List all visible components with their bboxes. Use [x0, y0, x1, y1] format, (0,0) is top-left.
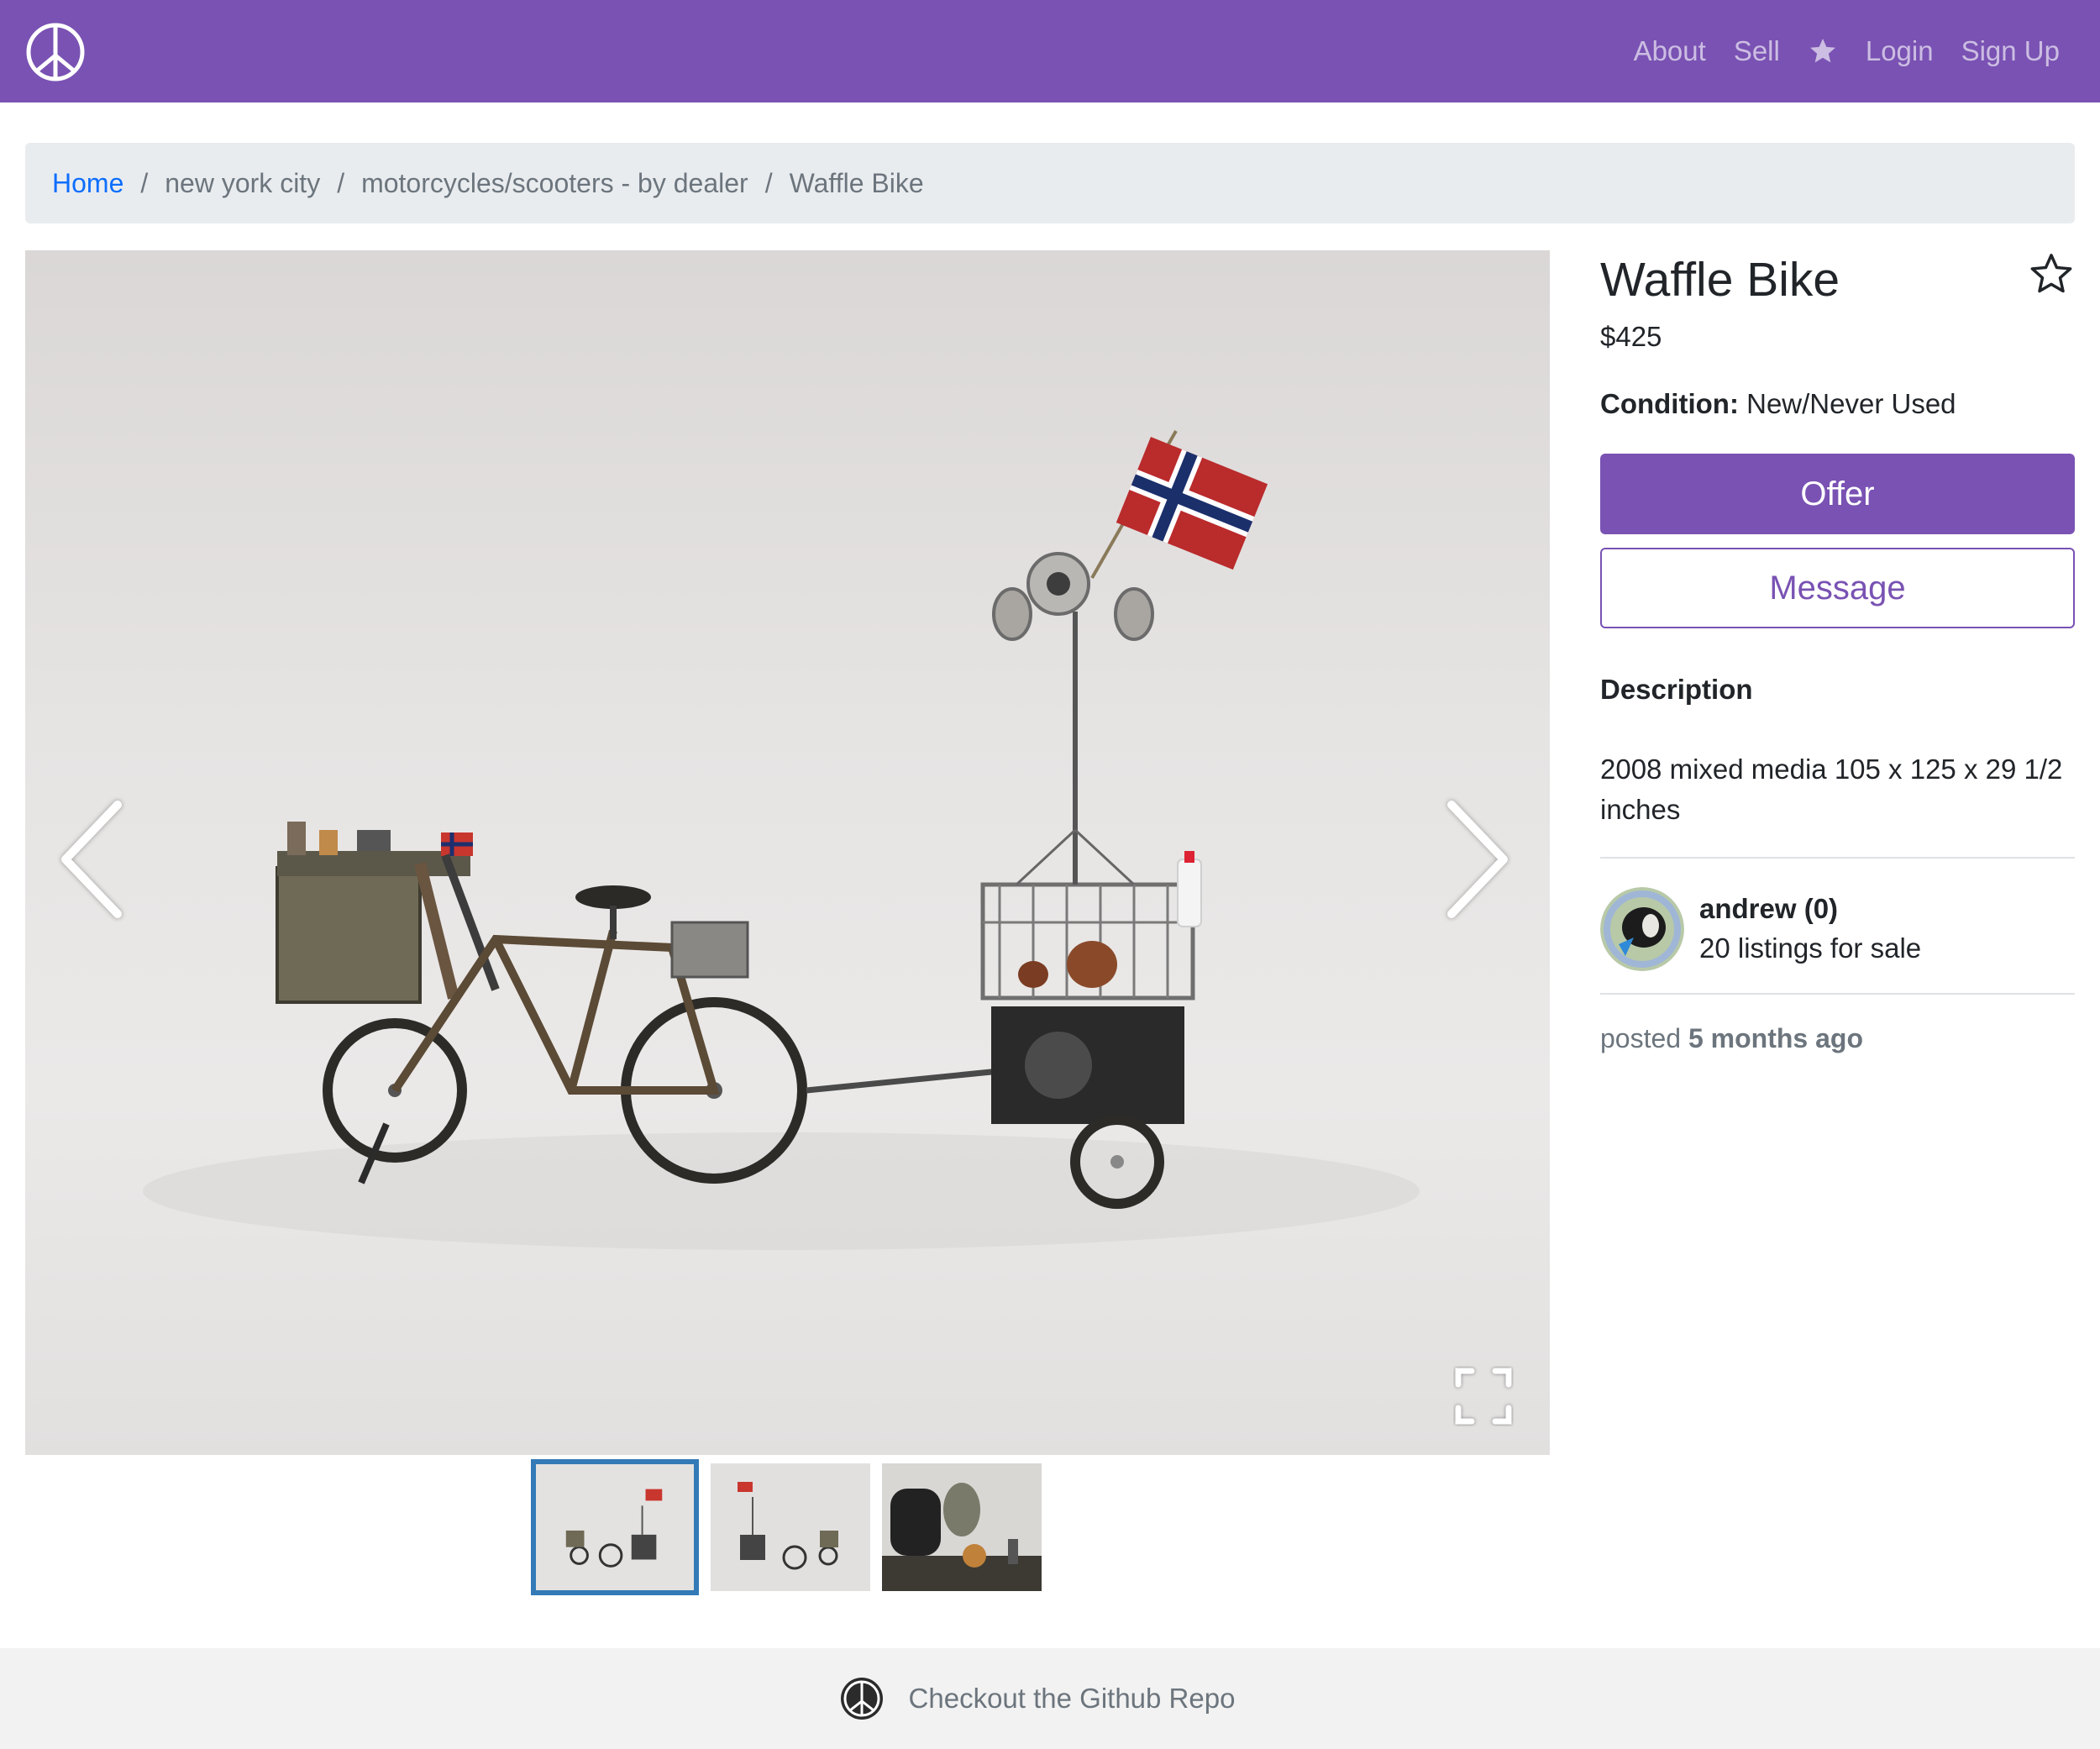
breadcrumb-category[interactable]: motorcycles/scooters - by dealer — [361, 168, 748, 199]
description-heading: Description — [1600, 674, 1753, 705]
breadcrumb: Home / new york city / motorcycles/scoot… — [25, 143, 2075, 223]
listing-condition: Condition: New/Never Used — [1600, 388, 1956, 420]
message-button[interactable]: Message — [1600, 548, 2075, 628]
fullscreen-icon[interactable] — [1453, 1366, 1514, 1426]
listing-price: $425 — [1600, 321, 1662, 352]
thumbnail-image — [536, 1464, 694, 1590]
navbar: About Sell Login Sign Up — [0, 0, 2100, 102]
star-icon[interactable] — [1808, 36, 1838, 66]
breadcrumb-city[interactable]: new york city — [165, 168, 320, 199]
offer-button[interactable]: Offer — [1600, 454, 2075, 534]
breadcrumb-separator: / — [764, 167, 773, 198]
breadcrumb-separator: / — [140, 167, 149, 198]
thumbnail-2[interactable] — [711, 1463, 870, 1591]
chevron-left-icon[interactable] — [57, 796, 133, 922]
nav-sell-link[interactable]: Sell — [1734, 35, 1780, 67]
description-text: 2008 mixed media 105 x 125 x 29 1/2 inch… — [1600, 754, 2063, 825]
divider — [1600, 857, 2075, 859]
listing-title: Waffle Bike — [1600, 253, 1840, 307]
condition-value: New/Never Used — [1746, 388, 1956, 419]
seller-card: andrew (0) 20 listings for sale — [1600, 887, 1921, 971]
thumbnail-strip — [531, 1459, 1053, 1595]
seller-listing-count: 20 listings for sale — [1699, 932, 1922, 964]
thumbnail-image — [711, 1463, 870, 1591]
posted-prefix: posted — [1600, 1023, 1682, 1053]
breadcrumb-separator: / — [337, 167, 345, 198]
breadcrumb-home-link[interactable]: Home — [52, 168, 123, 199]
nav-signup-link[interactable]: Sign Up — [1961, 35, 2060, 67]
thumbnail-image — [882, 1463, 1042, 1591]
seller-name[interactable]: andrew (0) — [1699, 890, 1921, 928]
peace-sign-icon — [840, 1678, 883, 1720]
condition-label: Condition: — [1600, 388, 1739, 419]
divider — [1600, 993, 2075, 995]
breadcrumb-current: Waffle Bike — [789, 167, 924, 198]
listing-photo — [143, 430, 1420, 1250]
posted-relative-time: 5 months ago — [1688, 1023, 1863, 1053]
thumbnail-1[interactable] — [531, 1459, 699, 1595]
peace-sign-icon[interactable] — [25, 22, 86, 82]
image-gallery[interactable] — [25, 250, 1550, 1455]
github-repo-link[interactable]: Checkout the Github Repo — [909, 1683, 1236, 1715]
avatar[interactable] — [1600, 887, 1684, 971]
posted-time: posted 5 months ago — [1600, 1023, 1863, 1054]
thumbnail-3[interactable] — [882, 1463, 1042, 1591]
nav-about-link[interactable]: About — [1634, 35, 1706, 67]
chevron-right-icon[interactable] — [1436, 796, 1512, 922]
nav-login-link[interactable]: Login — [1866, 35, 1934, 67]
star-outline-icon[interactable] — [2028, 250, 2075, 297]
footer: Checkout the Github Repo — [0, 1648, 2100, 1749]
